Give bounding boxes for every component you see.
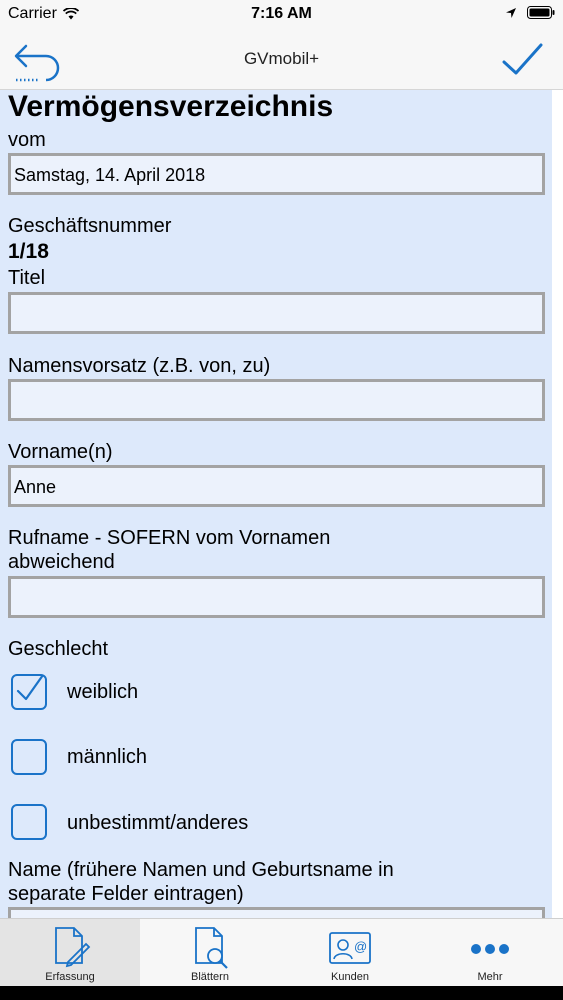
status-time: 7:16 AM — [251, 5, 312, 22]
option-label-weiblich: weiblich — [67, 681, 139, 703]
checkbox-weiblich[interactable] — [11, 674, 47, 710]
titel-label: Titel — [8, 267, 46, 289]
titel-field[interactable] — [8, 292, 545, 334]
geschaeftsnummer-label: Geschäftsnummer — [8, 215, 172, 237]
tab-label-kunden: Kunden — [331, 971, 369, 983]
svg-text:@: @ — [354, 939, 367, 954]
tab-label-mehr: Mehr — [477, 971, 503, 983]
page-heading: Vermögensverzeichnis — [8, 90, 334, 123]
rufname-label-line1: Rufname - SOFERN vom Vornamen — [8, 527, 331, 549]
vom-label: vom — [8, 129, 46, 151]
geschaeftsnummer-value: 1/18 — [8, 240, 49, 263]
tab-label-blaettern: Blättern — [191, 971, 229, 983]
vorname-label: Vorname(n) — [8, 441, 113, 463]
tab-erfassung[interactable]: Erfassung — [0, 919, 140, 987]
name-label-line1: Name (frühere Namen und Geburtsname in — [8, 859, 394, 881]
more-dots-icon — [471, 944, 509, 954]
status-bar: Carrier 7:16 AM — [0, 0, 563, 28]
navigation-bar: GVmobil+ — [0, 28, 563, 90]
checkbox-maennlich[interactable] — [11, 739, 47, 775]
confirm-button[interactable] — [501, 40, 545, 80]
tab-bar: Erfassung Blättern @ Kunden Mehr — [0, 918, 563, 987]
tab-blaettern[interactable]: Blättern — [140, 919, 280, 987]
checkmark-icon — [16, 676, 44, 701]
namensvorsatz-label: Namensvorsatz (z.B. von, zu) — [8, 355, 271, 377]
vorname-field[interactable]: Anne — [8, 465, 545, 507]
document-search-icon — [195, 927, 228, 969]
geschlecht-label: Geschlecht — [8, 638, 109, 660]
rufname-field[interactable] — [8, 576, 545, 618]
home-indicator-strip — [0, 986, 563, 1000]
option-label-unbestimmt: unbestimmt/anderes — [67, 812, 249, 834]
scrollbar-gutter — [552, 90, 563, 918]
name-field[interactable] — [8, 907, 545, 918]
tab-kunden[interactable]: @ Kunden — [280, 919, 420, 987]
vom-date-field[interactable]: Samstag, 14. April 2018 — [8, 153, 545, 195]
tab-mehr[interactable]: Mehr — [420, 919, 560, 987]
name-label-line2: separate Felder eintragen) — [8, 883, 244, 905]
battery-icon — [527, 6, 555, 19]
document-edit-icon — [55, 927, 91, 968]
namensvorsatz-field[interactable] — [8, 379, 545, 421]
checkbox-unbestimmt[interactable] — [11, 804, 47, 840]
nav-title: GVmobil+ — [243, 49, 320, 68]
contact-card-icon: @ — [329, 932, 371, 964]
tab-label-erfassung: Erfassung — [45, 971, 95, 983]
option-label-maennlich: männlich — [67, 746, 148, 768]
location-arrow-icon — [506, 7, 516, 18]
rufname-label-line2: abweichend — [8, 551, 115, 573]
form-area: Vermögensverzeichnis vom Samstag, 14. Ap… — [0, 90, 552, 918]
checkmark-icon — [502, 43, 543, 75]
